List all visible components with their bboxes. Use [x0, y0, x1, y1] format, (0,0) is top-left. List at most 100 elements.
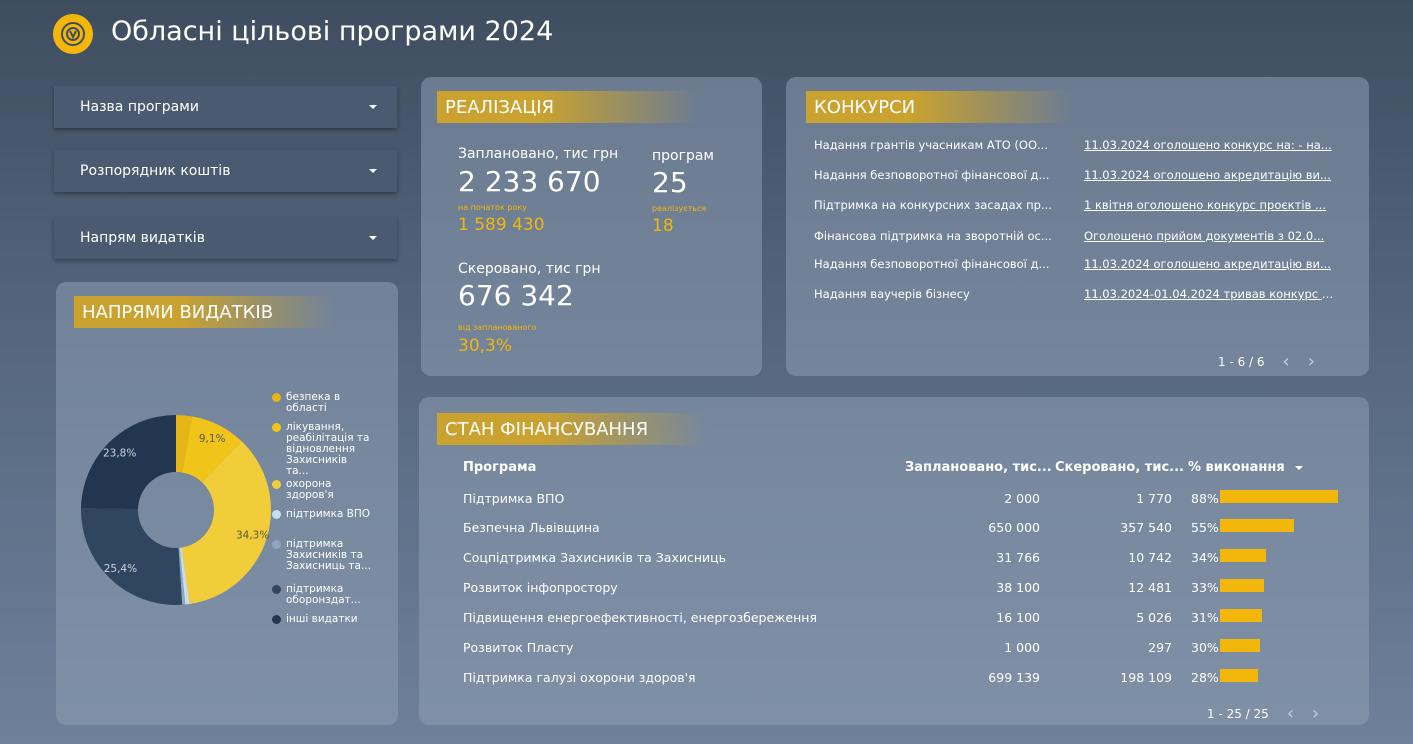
percent-cell: 88%: [1191, 491, 1219, 506]
legend-swatch: [272, 423, 281, 432]
legend-item[interactable]: лікування, реабілітація та відновлення З…: [272, 422, 372, 477]
sent-value: 676 342: [458, 279, 574, 312]
progress-bar: [1220, 669, 1258, 682]
planned-cell: 650 000: [988, 520, 1040, 535]
contest-link[interactable]: 11.03.2024 оголошено акредитацію ви...: [1084, 168, 1340, 188]
sent-label: Скеровано, тис грн: [458, 261, 601, 277]
legend-swatch: [272, 585, 281, 594]
contests-panel: КОНКУРСИ Надання грантів учасникам АТО (…: [786, 77, 1369, 376]
realization-panel: РЕАЛІЗАЦІЯ Заплановано, тис грн 2 233 67…: [421, 77, 762, 376]
legend-label: підтримка ВПО: [286, 508, 371, 520]
start-label: на початок року: [458, 203, 527, 212]
contest-link[interactable]: 11.03.2024-01.04.2024 тривав конкурс н..…: [1084, 287, 1340, 307]
contest-name: Надання безповоротної фінансової д...: [814, 257, 1050, 271]
next-page-icon[interactable]: ›: [1308, 351, 1315, 372]
contest-row: Надання грантів учасникам АТО (ОО... 11.…: [814, 138, 1340, 158]
table-row[interactable]: Підвищення енергоефективності, енергозбе…: [463, 606, 1343, 630]
sent-cell: 297: [1148, 640, 1172, 655]
table-row[interactable]: Підтримка ВПО 2 000 1 770 88%: [463, 487, 1343, 511]
filter-label: Розпорядник коштів: [80, 163, 231, 179]
planned-cell: 16 100: [996, 610, 1040, 625]
next-page-icon[interactable]: ›: [1312, 703, 1319, 724]
programs-label: програм: [652, 148, 714, 164]
legend-label: лікування, реабілітація та відновлення З…: [286, 421, 370, 477]
legend-label: охорона здоров'я: [286, 478, 334, 501]
planned-cell: 31 766: [996, 550, 1040, 565]
program-cell: Підвищення енергоефективності, енергозбе…: [463, 610, 817, 625]
table-row[interactable]: Безпечна Львівщина 650 000 357 540 55%: [463, 516, 1343, 540]
implemented-value: 18: [652, 216, 674, 236]
program-cell: Безпечна Львівщина: [463, 520, 600, 535]
expense-direction-filter[interactable]: Напрям видатків: [54, 217, 397, 259]
program-name-filter[interactable]: Назва програми: [54, 86, 397, 128]
percent-column-header[interactable]: % виконання: [1188, 460, 1304, 475]
chevron-down-icon: [369, 236, 377, 240]
filter-label: Напрям видатків: [80, 230, 205, 246]
legend-swatch: [272, 393, 281, 402]
percent-cell: 55%: [1191, 520, 1219, 535]
legend-item[interactable]: інші видатки: [272, 614, 372, 625]
contest-link[interactable]: 11.03.2024 оголошено конкурс на: - на...: [1084, 138, 1340, 158]
prev-page-icon[interactable]: ‹: [1287, 703, 1294, 724]
donut-slice[interactable]: [81, 508, 183, 605]
planned-cell: 1 000: [1004, 640, 1040, 655]
legend-item[interactable]: підтримка ВПО: [272, 509, 372, 520]
legend-item[interactable]: охорона здоров'я: [272, 479, 372, 501]
contest-name: Підтримка на конкурсних засадах пр...: [814, 198, 1052, 212]
sent-column-header[interactable]: Скеровано, тис...: [1055, 460, 1184, 475]
percent-value: 30,3%: [458, 336, 513, 356]
contests-pager: 1 - 6 / 6 ‹ ›: [1218, 351, 1315, 372]
contest-link[interactable]: 1 квітня оголошено конкурс проєктів ...: [1084, 198, 1340, 218]
programs-value: 25: [652, 166, 688, 199]
contest-row: Надання безповоротної фінансової д... 11…: [814, 257, 1340, 277]
table-row[interactable]: Підтримка галузі охорони здоров'я 699 13…: [463, 666, 1343, 690]
planned-cell: 2 000: [1004, 491, 1040, 506]
planned-cell: 38 100: [996, 580, 1040, 595]
percent-cell: 28%: [1191, 670, 1219, 685]
legend-item[interactable]: безпека в області: [272, 392, 372, 414]
legend-swatch: [272, 480, 281, 489]
contest-name: Надання безповоротної фінансової д...: [814, 168, 1050, 182]
contest-row: Надання безповоротної фінансової д... 11…: [814, 168, 1340, 188]
progress-bar: [1220, 579, 1265, 592]
contest-link[interactable]: 11.03.2024 оголошено акредитацію ви...: [1084, 257, 1340, 277]
program-column-header[interactable]: Програма: [463, 460, 536, 475]
legend-item[interactable]: підтримка оборонздат...: [272, 584, 372, 606]
page-title: Обласні цільові програми 2024: [111, 16, 554, 47]
planned-column-header[interactable]: Заплановано, тис...: [905, 460, 1052, 475]
contest-name: Надання ваучерів бізнесу: [814, 287, 970, 301]
program-cell: Підтримка ВПО: [463, 491, 565, 506]
sent-cell: 198 109: [1120, 670, 1172, 685]
directions-donut-chart: 9,1% 34,3% 25,4% 23,8%: [81, 415, 271, 605]
chevron-down-icon: [369, 105, 377, 109]
planned-cell: 699 139: [988, 670, 1040, 685]
legend-swatch: [272, 615, 281, 624]
table-row[interactable]: Розвиток інфопростору 38 100 12 481 33%: [463, 576, 1343, 600]
progress-bar: [1220, 639, 1261, 652]
sent-cell: 1 770: [1136, 491, 1172, 506]
table-row[interactable]: Соцпідтримка Захисників та Захисниць 31 …: [463, 546, 1343, 570]
planned-label: Заплановано, тис грн: [458, 146, 619, 162]
legend-label: інші видатки: [286, 613, 358, 625]
legend-item[interactable]: підтримка Захисників та Захисниць та...: [272, 539, 372, 572]
sort-desc-icon: [1295, 465, 1304, 470]
contest-name: Надання грантів учасникам АТО (ОО...: [814, 138, 1048, 152]
sent-cell: 10 742: [1128, 550, 1172, 565]
donut-slice[interactable]: [81, 415, 176, 510]
contest-link[interactable]: Оголошено прийом документів з 02.0...: [1084, 229, 1340, 249]
contest-row: Надання ваучерів бізнесу 11.03.2024-01.0…: [814, 287, 1340, 307]
realization-title: РЕАЛІЗАЦІЯ: [437, 91, 697, 123]
percent-cell: 30%: [1191, 640, 1219, 655]
program-cell: Соцпідтримка Захисників та Захисниць: [463, 550, 727, 565]
percent-cell: 34%: [1191, 550, 1219, 565]
slice-label: 9,1%: [199, 433, 226, 445]
slice-label: 25,4%: [104, 563, 137, 575]
financing-title: СТАН ФІНАНСУВАННЯ: [437, 413, 707, 445]
table-row[interactable]: Розвиток Пласту 1 000 297 30%: [463, 636, 1343, 660]
progress-bar: [1220, 519, 1294, 532]
prev-page-icon[interactable]: ‹: [1283, 351, 1290, 372]
progress-bar: [1220, 609, 1262, 622]
sent-cell: 5 026: [1136, 610, 1172, 625]
implemented-label: реалізується: [652, 204, 707, 213]
fund-manager-filter[interactable]: Розпорядник коштів: [54, 150, 397, 192]
